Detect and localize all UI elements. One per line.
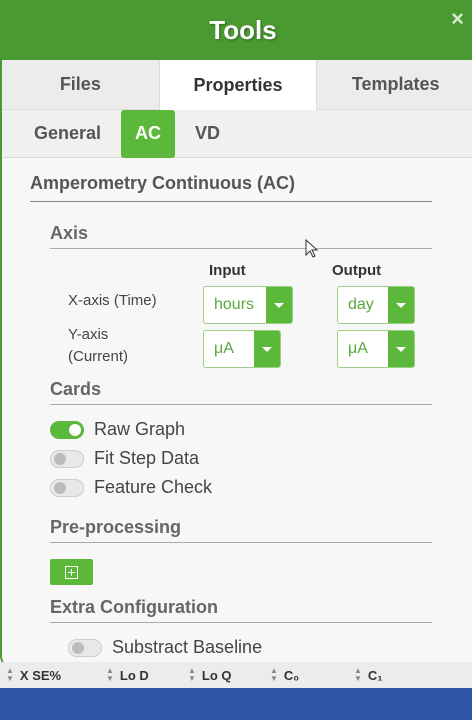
y-axis-label: Y-axis (68, 326, 109, 343)
sub-tabs: General AC VD (2, 109, 472, 158)
panel-title: Tools (209, 14, 277, 45)
sort-icon: ▲ ▼ (188, 666, 196, 683)
y-axis-output-value: μA (348, 340, 368, 357)
substract-baseline-label: Substract Baseline (112, 637, 263, 657)
y-axis-input-value: μA (214, 340, 234, 357)
tools-panel: Tools × Files Properties Templates Gener… (0, 0, 472, 670)
toggle-knob (54, 481, 66, 494)
column-header-lo-d[interactable]: ▲ ▼ Lo D (106, 667, 149, 683)
results-table-header: ▲ ▼ X SE% ▲ ▼ Lo D ▲ ▼ Lo Q ▲ ▼ C₀ ▲ ▼ C₁ (0, 662, 472, 688)
toggle-row-substract-baseline: Substract Baseline (68, 633, 432, 662)
toggle-knob (69, 423, 81, 436)
column-header-label: Lo D (119, 667, 149, 683)
sort-icon: ▲ ▼ (270, 666, 278, 683)
chevron-down-icon (262, 346, 272, 352)
toggle-knob (54, 452, 66, 465)
x-axis-input-select[interactable]: hours (203, 286, 293, 324)
add-preprocessing-button[interactable] (50, 559, 93, 585)
x-axis-output-select[interactable]: day (337, 286, 415, 324)
page-title: Amperometry Continuous (AC) (30, 160, 432, 202)
y-axis-label-sub: (Current) (68, 348, 129, 365)
y-axis-input-dropdown-button[interactable] (254, 331, 280, 367)
chevron-down-icon (274, 302, 284, 308)
x-axis-output-dropdown-button[interactable] (388, 287, 414, 323)
tab-properties[interactable]: Properties (158, 60, 318, 110)
feature-check-toggle[interactable] (50, 478, 84, 497)
feature-check-label: Feature Check (94, 477, 213, 497)
subtab-vd[interactable]: VD (181, 110, 234, 158)
toggle-knob (72, 641, 84, 654)
x-axis-input-dropdown-button[interactable] (266, 287, 292, 323)
column-header-label: C₀ (283, 667, 300, 683)
axis-grid: Input Output X-axis (Time) hours day Y-a… (50, 249, 432, 379)
sort-icon: ▲ ▼ (106, 666, 114, 683)
section-cards: Cards (50, 379, 432, 405)
tab-files[interactable]: Files (2, 60, 159, 110)
y-axis-output-dropdown-button[interactable] (388, 331, 414, 367)
y-axis-output-select[interactable]: μA (337, 330, 415, 368)
section-preprocessing: Pre-processing (50, 517, 432, 543)
fit-step-data-label: Fit Step Data (94, 448, 200, 468)
main-tabs: Files Properties Templates (2, 60, 472, 110)
section-axis: Axis (50, 223, 432, 249)
column-header-label: C₁ (367, 667, 383, 683)
plus-icon (65, 565, 78, 579)
mouse-pointer-icon (305, 239, 319, 258)
chevron-down-icon (396, 302, 406, 308)
tab-templates[interactable]: Templates (317, 60, 472, 110)
subtab-ac[interactable]: AC (121, 109, 176, 158)
column-header-label: X SE% (19, 667, 62, 683)
bottom-bar (0, 688, 472, 720)
toggle-row-feature-check: Feature Check (50, 473, 432, 502)
section-extra-configuration: Extra Configuration (50, 597, 432, 623)
raw-graph-label: Raw Graph (94, 419, 186, 439)
subtab-general[interactable]: General (20, 110, 115, 158)
column-header-c1[interactable]: ▲ ▼ C₁ (354, 667, 383, 683)
fit-step-data-toggle[interactable] (50, 449, 84, 468)
input-column-header: Input (209, 262, 246, 279)
raw-graph-toggle[interactable] (50, 420, 84, 439)
x-axis-output-value: day (348, 296, 374, 313)
properties-content: Amperometry Continuous (AC) Axis Input O… (30, 160, 432, 662)
toggle-row-raw-graph: Raw Graph (50, 415, 432, 444)
column-header-lo-q[interactable]: ▲ ▼ Lo Q (188, 667, 232, 683)
panel-header: Tools × (2, 0, 472, 60)
chevron-down-icon (396, 346, 406, 352)
sort-icon: ▲ ▼ (354, 666, 362, 683)
close-icon[interactable]: × (451, 8, 464, 30)
x-axis-label: X-axis (Time) (68, 292, 157, 309)
column-header-c0[interactable]: ▲ ▼ C₀ (270, 667, 299, 683)
output-column-header: Output (332, 262, 382, 279)
x-axis-input-value: hours (214, 296, 255, 313)
y-axis-input-select[interactable]: μA (203, 330, 281, 368)
column-header-x-se[interactable]: ▲ ▼ X SE% (6, 667, 61, 683)
column-header-label: Lo Q (201, 667, 232, 683)
sort-icon: ▲ ▼ (6, 666, 14, 683)
toggle-row-fit-step-data: Fit Step Data (50, 444, 432, 473)
substract-baseline-toggle[interactable] (68, 638, 102, 657)
